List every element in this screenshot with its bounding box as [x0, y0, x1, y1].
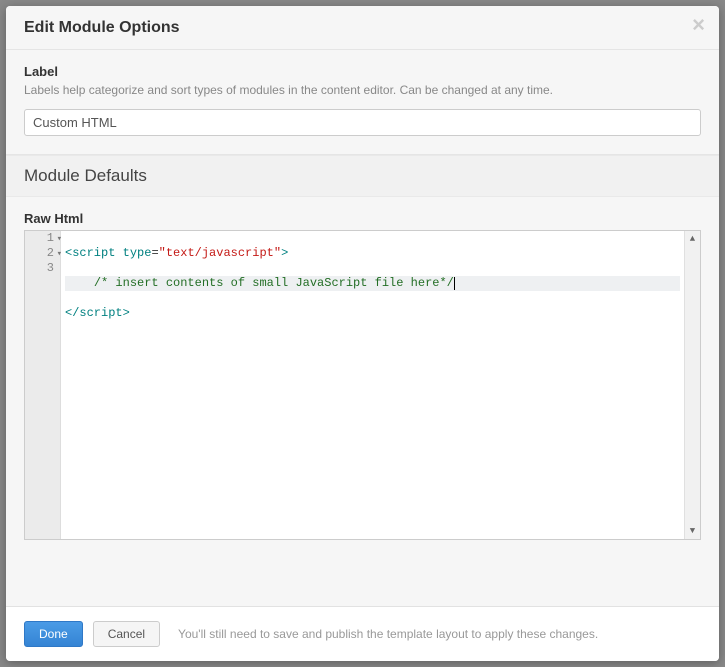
code-area[interactable]: <script type="text/javascript"> /* inser…	[61, 231, 684, 539]
code-line: </script>	[65, 306, 680, 321]
done-button[interactable]: Done	[24, 621, 83, 647]
dialog-body: Label Labels help categorize and sort ty…	[6, 50, 719, 606]
raw-html-label: Raw Html	[24, 211, 701, 226]
fold-icon[interactable]: ▾	[57, 232, 62, 247]
code-gutter: 1▾ 2▾ 3	[25, 231, 61, 539]
code-line: <script type="text/javascript">	[65, 246, 680, 261]
cancel-button[interactable]: Cancel	[93, 621, 160, 647]
label-section: Label Labels help categorize and sort ty…	[6, 50, 719, 155]
footer-hint: You'll still need to save and publish th…	[178, 627, 598, 641]
label-input[interactable]	[24, 109, 701, 136]
scroll-up-icon[interactable]: ▲	[685, 231, 700, 247]
dialog-footer: Done Cancel You'll still need to save an…	[6, 606, 719, 661]
label-field-label: Label	[24, 64, 701, 79]
code-line: /* insert contents of small JavaScript f…	[65, 276, 680, 291]
label-help-text: Labels help categorize and sort types of…	[24, 83, 701, 97]
code-editor[interactable]: 1▾ 2▾ 3 <script type="text/javascript"> …	[24, 230, 701, 540]
fold-icon[interactable]: ▾	[57, 247, 62, 262]
gutter-line: 1▾	[25, 231, 60, 246]
scroll-down-icon[interactable]: ▼	[685, 523, 700, 539]
dialog-title: Edit Module Options	[24, 19, 701, 37]
module-defaults-title: Module Defaults	[24, 166, 701, 186]
gutter-line: 2▾	[25, 246, 60, 261]
gutter-line: 3	[25, 261, 60, 276]
edit-module-dialog: Edit Module Options × Label Labels help …	[6, 6, 719, 661]
raw-html-section: Raw Html 1▾ 2▾ 3 <script type="text/java…	[6, 197, 719, 558]
dialog-header: Edit Module Options ×	[6, 6, 719, 50]
text-cursor	[454, 277, 455, 290]
close-icon[interactable]: ×	[692, 14, 705, 36]
scrollbar[interactable]: ▲ ▼	[684, 231, 700, 539]
module-defaults-header: Module Defaults	[6, 155, 719, 197]
